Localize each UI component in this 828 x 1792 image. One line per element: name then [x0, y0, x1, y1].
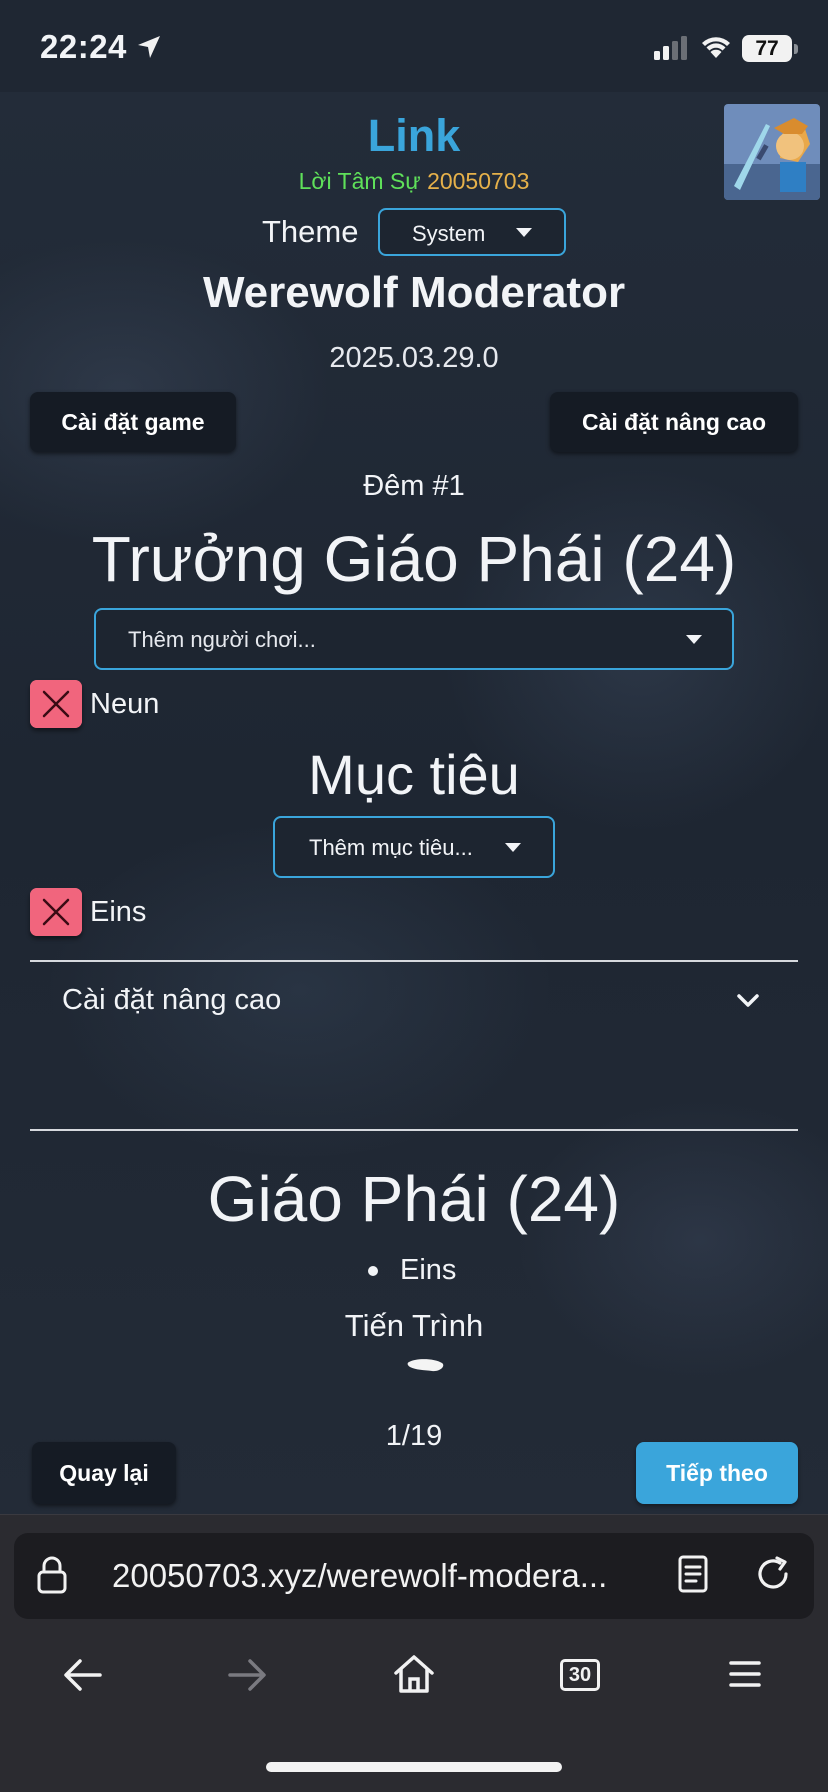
- chevron-down-icon: [686, 635, 702, 644]
- tabs-count: 30: [560, 1659, 600, 1691]
- accordion-label: Cài đặt nâng cao: [62, 984, 282, 1016]
- subtitle-code: 20050703: [427, 168, 530, 194]
- faction-member: Eins: [400, 1254, 457, 1286]
- cellular-signal-icon: [654, 36, 687, 60]
- progress-label: Tiến Trình: [344, 1308, 484, 1343]
- menu-icon[interactable]: [728, 1659, 762, 1689]
- game-settings-button[interactable]: Cài đặt game: [30, 392, 236, 452]
- advanced-settings-accordion[interactable]: Cài đặt nâng cao: [30, 960, 798, 1040]
- next-button[interactable]: Tiếp theo: [636, 1442, 798, 1504]
- back-button[interactable]: Quay lại: [32, 1442, 176, 1504]
- app-title: Werewolf Moderator: [202, 268, 626, 317]
- location-arrow-icon: [138, 36, 160, 58]
- progress-indicator: [407, 1359, 444, 1372]
- add-player-placeholder: Thêm người chơi...: [128, 627, 316, 652]
- tabs-button[interactable]: 30: [560, 1659, 600, 1691]
- lock-icon: [37, 1556, 67, 1594]
- wifi-icon: [702, 37, 730, 58]
- bullet-icon: [368, 1266, 378, 1276]
- url-text: 20050703.xyz/werewolf-modera...: [112, 1557, 608, 1594]
- faction-title: Giáo Phái (24): [207, 1163, 621, 1235]
- divider: [30, 1129, 798, 1131]
- page-title[interactable]: Link: [0, 110, 828, 162]
- theme-select-value: System: [412, 221, 486, 246]
- chevron-down-icon: [516, 228, 532, 237]
- player-name: Neun: [90, 688, 160, 720]
- chevron-down-icon: [737, 994, 759, 1007]
- subtitle: Lời Tâm Sự 20050703: [0, 168, 828, 195]
- home-indicator: [266, 1762, 562, 1772]
- reload-icon[interactable]: [752, 1553, 794, 1595]
- reader-mode-icon[interactable]: [676, 1553, 710, 1595]
- target-title: Mục tiêu: [308, 743, 520, 806]
- target-name: Eins: [90, 896, 147, 928]
- theme-select[interactable]: System: [378, 208, 566, 256]
- add-player-select[interactable]: Thêm người chơi...: [94, 608, 734, 670]
- night-label: Đêm #1: [363, 470, 465, 502]
- add-target-select[interactable]: Thêm mục tiêu...: [273, 816, 555, 878]
- remove-player-button[interactable]: [30, 680, 82, 728]
- subtitle-text: Lời Tâm Sự: [298, 168, 421, 194]
- browser-toolbar: 20050703.xyz/werewolf-modera... 30: [0, 1514, 828, 1792]
- remove-target-button[interactable]: [30, 888, 82, 936]
- home-icon[interactable]: [392, 1653, 436, 1695]
- back-arrow-icon[interactable]: [62, 1657, 104, 1693]
- forward-arrow-icon[interactable]: [226, 1657, 268, 1693]
- battery-indicator: 77: [742, 35, 792, 62]
- add-target-placeholder: Thêm mục tiêu...: [309, 835, 473, 860]
- chevron-down-icon: [505, 843, 521, 852]
- clock: 22:24: [40, 28, 127, 65]
- status-bar: 22:24 77: [0, 0, 828, 92]
- role-title: Trưởng Giáo Phái (24): [91, 523, 737, 595]
- page-content: Link Lời Tâm Sự 20050703 Theme System We…: [0, 90, 828, 1515]
- version-label: 2025.03.29.0: [329, 342, 499, 374]
- advanced-settings-button[interactable]: Cài đặt nâng cao: [550, 392, 798, 452]
- theme-label: Theme: [262, 214, 359, 249]
- address-bar[interactable]: 20050703.xyz/werewolf-modera...: [14, 1533, 814, 1619]
- battery-tip: [794, 44, 798, 54]
